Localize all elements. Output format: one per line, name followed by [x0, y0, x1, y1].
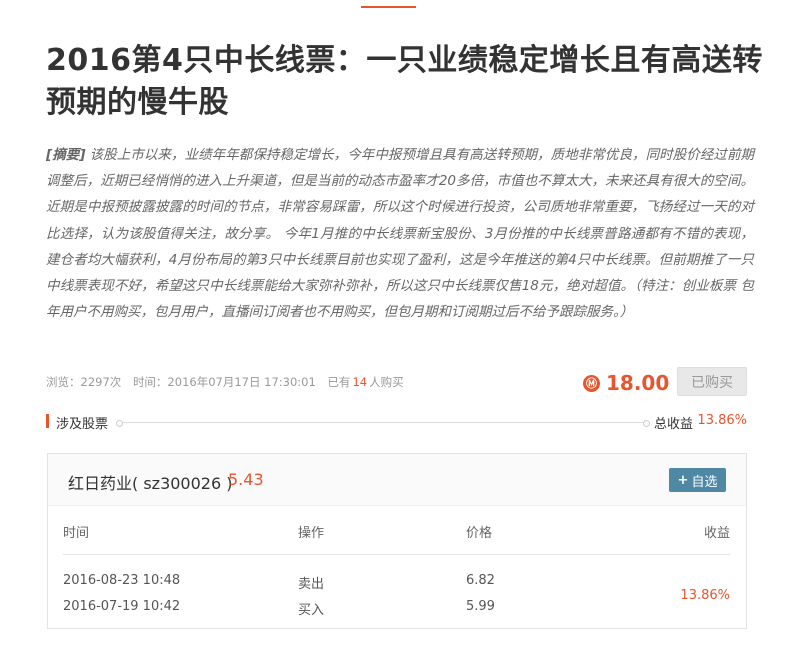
stock-name[interactable]: 红日药业( sz300026 ) — [68, 470, 232, 494]
section-title: 涉及股票 — [56, 417, 109, 432]
total-profit-value: 13.86% — [697, 413, 747, 428]
trade-time: 2016-08-23 10:48 — [63, 573, 181, 588]
price-display: Ⓜ 18.00 — [583, 368, 669, 398]
column-header-time: 时间 — [63, 526, 90, 541]
article-summary: [摘要] 该股上市以来，业绩年年都保持稳定增长，今年中报预增且具有高送转预期，质地… — [46, 142, 754, 325]
stock-price: 5.43 — [228, 470, 264, 489]
summary-text: 该股上市以来，业绩年年都保持稳定增长，今年中报预增且具有高送转预期，质地非常优良… — [46, 147, 755, 321]
trade-price: 6.82 — [466, 573, 495, 588]
trade-profit: 13.86% — [680, 588, 730, 603]
trade-price: 5.99 — [466, 599, 495, 614]
publish-time: 时间：2016年07月17日 17:30:01 — [132, 375, 316, 389]
article-title: 2016第4只中长线票：一只业绩稳定增长且有高送转预期的慢牛股 — [46, 43, 763, 120]
trade-operation: 买入 — [298, 603, 325, 618]
coin-icon: Ⓜ — [583, 374, 600, 392]
column-header-profit: 收益 — [703, 526, 730, 541]
column-header-price: 价格 — [466, 526, 493, 541]
section-divider — [116, 420, 650, 427]
buyers-count: 14 — [352, 375, 368, 389]
trade-operation: 卖出 — [298, 577, 325, 592]
stock-card-header: 红日药业( sz300026 ) 5.43 + 自选 — [48, 454, 746, 506]
plus-icon: + — [677, 472, 689, 488]
buyers-prefix: 已有 — [327, 375, 351, 389]
section-accent-bar — [46, 414, 49, 428]
total-profit-label: 总收益 — [653, 417, 693, 432]
related-stocks-header: 涉及股票 总收益 13.86% — [46, 412, 747, 432]
add-to-watchlist-label: 自选 — [691, 474, 718, 490]
summary-tag: [摘要] — [46, 147, 86, 163]
price-value: 18.00 — [606, 371, 670, 395]
article-meta: 浏览：2297次 时间：2016年07月17日 17:30:01 已有 14 人购买 — [46, 374, 406, 390]
view-count: 浏览：2297次 — [46, 375, 122, 389]
table-divider — [63, 554, 730, 555]
add-to-watchlist-button[interactable]: + 自选 — [669, 468, 726, 492]
column-header-operation: 操作 — [298, 526, 325, 541]
stock-card: 红日药业( sz300026 ) 5.43 + 自选 时间 操作 价格 收益 2… — [47, 453, 747, 629]
bought-button[interactable]: 已购买 — [677, 367, 747, 396]
trade-time: 2016-07-19 10:42 — [63, 599, 181, 614]
buyers-suffix: 人购买 — [369, 375, 404, 389]
active-tab-indicator — [361, 6, 416, 8]
